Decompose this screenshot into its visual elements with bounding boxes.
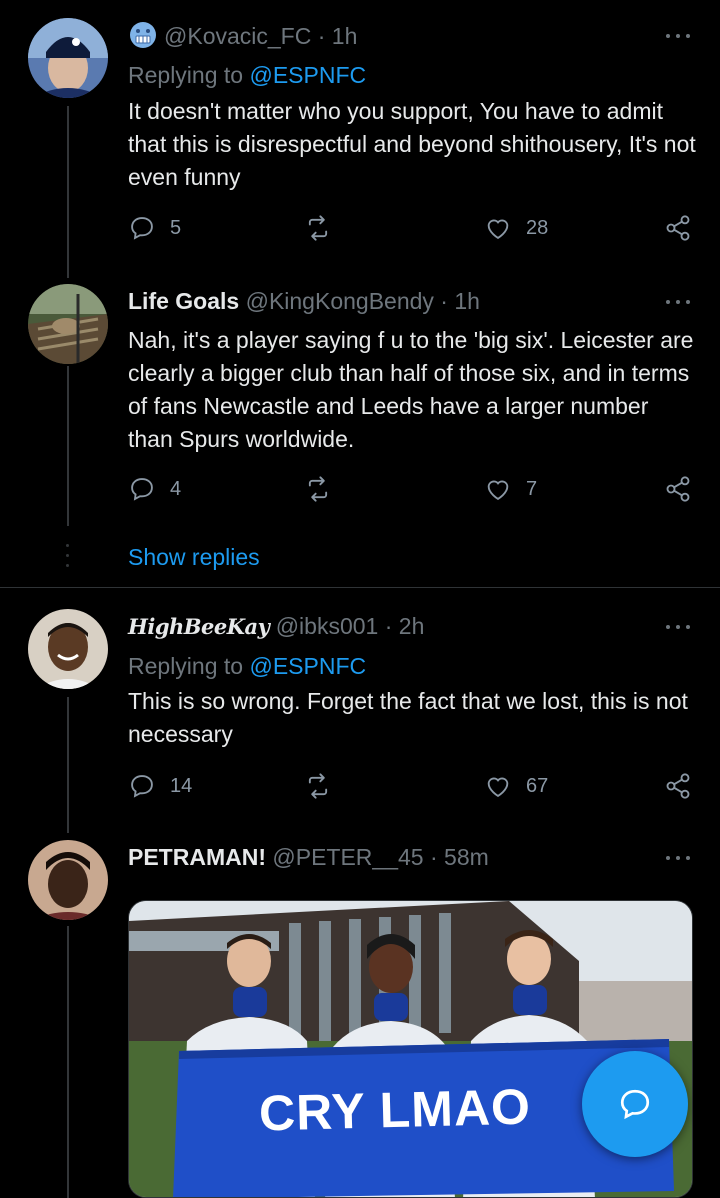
thread-line (67, 697, 69, 833)
retweet-button[interactable] (304, 475, 346, 503)
reply-button[interactable]: 5 (128, 214, 181, 242)
share-button[interactable] (664, 475, 692, 503)
divider (0, 587, 720, 588)
show-replies-link[interactable]: Show replies (128, 541, 260, 573)
reply-icon (131, 217, 153, 240)
retweet-icon (308, 476, 328, 502)
retweet-button[interactable] (304, 214, 346, 242)
heart-icon (487, 777, 509, 798)
like-button[interactable]: 28 (484, 214, 548, 242)
like-button[interactable]: 7 (484, 475, 537, 503)
like-count: 7 (526, 477, 538, 500)
tweet-kovacic[interactable]: @Kovacic_FC · 1h Replying to @ESPNFC It … (0, 0, 720, 300)
tweet-header: PETRAMAN! @PETER__45 · 58m (128, 844, 489, 870)
more-icon[interactable] (664, 26, 692, 46)
thread-line (67, 106, 69, 278)
tweet-time[interactable]: 1h (454, 288, 480, 314)
tweet-handle[interactable]: @Kovacic_FC (164, 23, 311, 49)
tweet-life-goals[interactable]: Life Goals @KingKongBendy · 1h Nah, it's… (0, 270, 720, 588)
tweet-text: Nah, it's a player saying f u to the 'bi… (128, 327, 694, 452)
thread-continuation-dots (66, 544, 69, 572)
tweet-display-name[interactable]: PETRAMAN! (128, 844, 266, 870)
retweet-icon (308, 773, 328, 799)
reply-count: 4 (170, 477, 182, 500)
like-count: 28 (526, 216, 549, 239)
tweet-highbeekay[interactable]: HighBeeKay @ibks001 · 2h Replying to @ES… (0, 595, 720, 845)
share-icon (666, 215, 690, 241)
tweet-handle[interactable]: @PETER__45 (272, 844, 423, 870)
more-icon[interactable] (664, 292, 692, 312)
heart-icon (487, 480, 509, 501)
reply-button[interactable]: 14 (128, 772, 192, 800)
tweet-time[interactable]: 1h (332, 23, 358, 49)
retweet-button[interactable] (304, 772, 346, 800)
avatar[interactable] (28, 840, 108, 920)
share-button[interactable] (664, 214, 692, 242)
reply-button[interactable]: 4 (128, 475, 181, 503)
replying-to: Replying to @ESPNFC (128, 62, 367, 88)
tweet-text: It doesn't matter who you support, You h… (128, 98, 696, 190)
avatar[interactable] (28, 18, 108, 98)
tweet-header: @Kovacic_FC · 1h (128, 20, 357, 51)
share-button[interactable] (664, 772, 692, 800)
avatar[interactable] (28, 284, 108, 364)
replying-handle-link[interactable]: @ESPNFC (249, 62, 366, 88)
media-banner-text: CRY LMAO (258, 1078, 532, 1142)
tweet-actions: 5 28 (128, 214, 698, 246)
tweet-handle[interactable]: @KingKongBendy (246, 288, 434, 314)
retweet-icon (308, 215, 328, 241)
tweet-header: HighBeeKay @ibks001 · 2h (128, 613, 425, 639)
thread-line (67, 926, 69, 1198)
compose-reply-button[interactable] (582, 1051, 688, 1157)
reply-icon (131, 775, 153, 798)
tweet-header: Life Goals @KingKongBendy · 1h (128, 288, 480, 314)
share-icon (666, 476, 690, 502)
tweet-actions: 4 7 (128, 475, 698, 507)
tweet-time[interactable]: 58m (444, 844, 489, 870)
replying-handle-link[interactable]: @ESPNFC (249, 653, 366, 679)
more-icon[interactable] (664, 848, 692, 868)
more-icon[interactable] (664, 617, 692, 637)
tweet-display-name[interactable]: Life Goals (128, 288, 239, 314)
heart-icon (487, 219, 509, 240)
like-count: 67 (526, 774, 549, 797)
tweet-text: This is so wrong. Forget the fact that w… (128, 688, 688, 747)
tweet-actions: 14 67 (128, 772, 698, 804)
emoji-icon (128, 20, 158, 50)
compose-reply-icon (620, 1089, 650, 1120)
replying-to: Replying to @ESPNFC (128, 653, 367, 679)
like-button[interactable]: 67 (484, 772, 548, 800)
tweet-display-name[interactable]: HighBeeKay (128, 614, 270, 639)
share-icon (666, 773, 690, 799)
reply-count: 5 (170, 216, 182, 239)
reply-icon (131, 478, 153, 501)
tweet-handle[interactable]: @ibks001 (276, 613, 379, 639)
thread-line (67, 366, 69, 526)
reply-count: 14 (170, 774, 193, 797)
tweet-time[interactable]: 2h (399, 613, 425, 639)
tweet-media-image[interactable]: CRY LMAO (128, 900, 693, 1198)
avatar[interactable] (28, 609, 108, 689)
